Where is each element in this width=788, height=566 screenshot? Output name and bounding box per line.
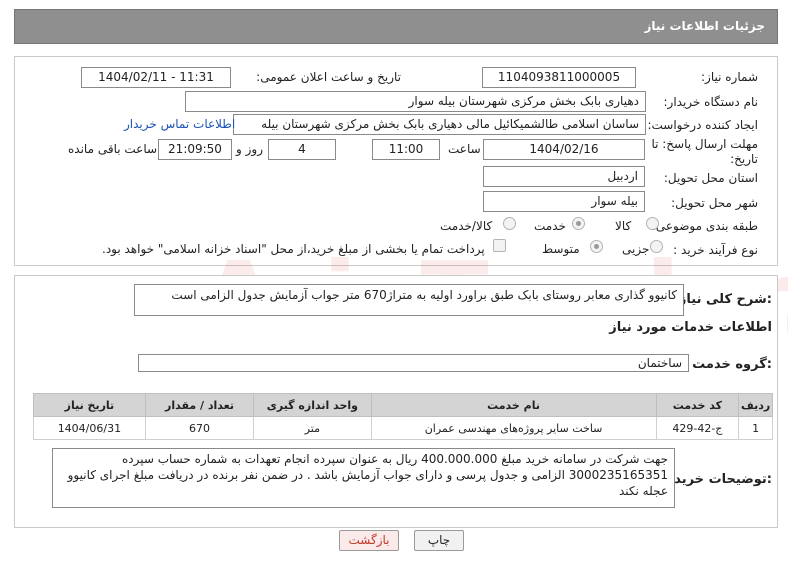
- services-table-header: ردیف کد خدمت نام خدمت واحد اندازه گیری ت…: [33, 393, 773, 417]
- need-number-label: شماره نیاز:: [701, 70, 758, 84]
- deadline-date-field[interactable]: 1404/02/16: [483, 139, 645, 160]
- requester-label: ایجاد کننده درخواست:: [647, 118, 758, 132]
- announce-datetime-field[interactable]: 1404/02/11 - 11:31: [81, 67, 231, 88]
- col-service-name: نام خدمت: [370, 393, 657, 417]
- page-title: جزئیات اطلاعات نیاز: [644, 19, 765, 33]
- buyer-contact-link[interactable]: اطلاعات تماس خریدار: [124, 117, 235, 131]
- category-radio-service[interactable]: [572, 217, 585, 230]
- col-quantity: تعداد / مقدار: [144, 393, 255, 417]
- buyer-notes-field[interactable]: جهت شرکت در سامانه خرید مبلغ 400.000.000…: [52, 448, 675, 508]
- deadline-time-label: ساعت: [448, 142, 481, 156]
- remaining-days-field[interactable]: 4: [268, 139, 336, 160]
- remaining-time-label: ساعت باقی مانده: [68, 142, 158, 156]
- cell-quantity: 670: [144, 416, 255, 440]
- cell-service-code: ج-42-429: [655, 416, 740, 440]
- category-option-service: خدمت: [534, 219, 566, 233]
- province-label: استان محل تحویل:: [663, 171, 758, 185]
- page-header: جزئیات اطلاعات نیاز: [14, 9, 778, 44]
- announce-datetime-label: تاریخ و ساعت اعلان عمومی:: [256, 70, 401, 84]
- buyer-org-label: نام دستگاه خریدار:: [663, 95, 759, 109]
- cell-service-name: ساخت سایر پروژه‌های مهندسی عمران: [370, 416, 657, 440]
- services-table: ردیف کد خدمت نام خدمت واحد اندازه گیری ت…: [33, 393, 773, 440]
- service-group-label: گروه خدمت:: [692, 357, 772, 372]
- cell-unit: متر: [253, 416, 372, 440]
- category-radio-goods-service[interactable]: [503, 217, 516, 230]
- cell-row: 1: [738, 416, 773, 440]
- category-option-goods-service: کالا/خدمت: [440, 219, 493, 233]
- buyer-notes-label: توضیحات خریدار:: [662, 472, 772, 487]
- services-table-wrap: ردیف کد خدمت نام خدمت واحد اندازه گیری ت…: [33, 393, 773, 440]
- requester-field[interactable]: ساسان اسلامی طالشمیکائیل مالی دهیاری باب…: [233, 114, 646, 135]
- buyer-org-field[interactable]: دهیاری بابک بخش مرکزی شهرستان بیله سوار: [185, 91, 646, 112]
- province-field[interactable]: اردبیل: [483, 166, 645, 187]
- days-label: روز و: [236, 142, 263, 156]
- service-group-field[interactable]: ساختمان: [138, 354, 689, 372]
- need-number-field[interactable]: 1104093811000005: [482, 67, 636, 88]
- col-service-code: کد خدمت: [655, 393, 740, 417]
- table-row: 1 ج-42-429 ساخت سایر پروژه‌های مهندسی عم…: [33, 416, 773, 440]
- description-label: شرح کلی نیاز:: [678, 292, 772, 307]
- col-need-date: تاریخ نیاز: [33, 393, 146, 417]
- cell-need-date: 1404/06/31: [33, 416, 146, 440]
- services-section-title: اطلاعات خدمات مورد نیاز: [609, 320, 772, 335]
- category-radio-goods[interactable]: [646, 217, 659, 230]
- col-unit: واحد اندازه گیری: [253, 393, 372, 417]
- deadline-time-field[interactable]: 11:00: [372, 139, 440, 160]
- city-label: شهر محل تحویل:: [671, 196, 758, 210]
- back-button[interactable]: بازگشت: [339, 530, 399, 551]
- description-field[interactable]: کانیوو گذاری معابر روستای بابک طبق براور…: [134, 284, 684, 316]
- category-option-goods: کالا: [615, 219, 632, 233]
- category-label: طبقه بندی موضوعی:: [651, 219, 758, 233]
- print-button[interactable]: چاپ: [414, 530, 464, 551]
- city-field[interactable]: بیله سوار: [483, 191, 645, 212]
- deadline-label: مهلت ارسال پاسخ: تا تاریخ:: [651, 137, 758, 166]
- remaining-time-field[interactable]: 21:09:50: [158, 139, 232, 160]
- col-row: ردیف: [738, 393, 773, 417]
